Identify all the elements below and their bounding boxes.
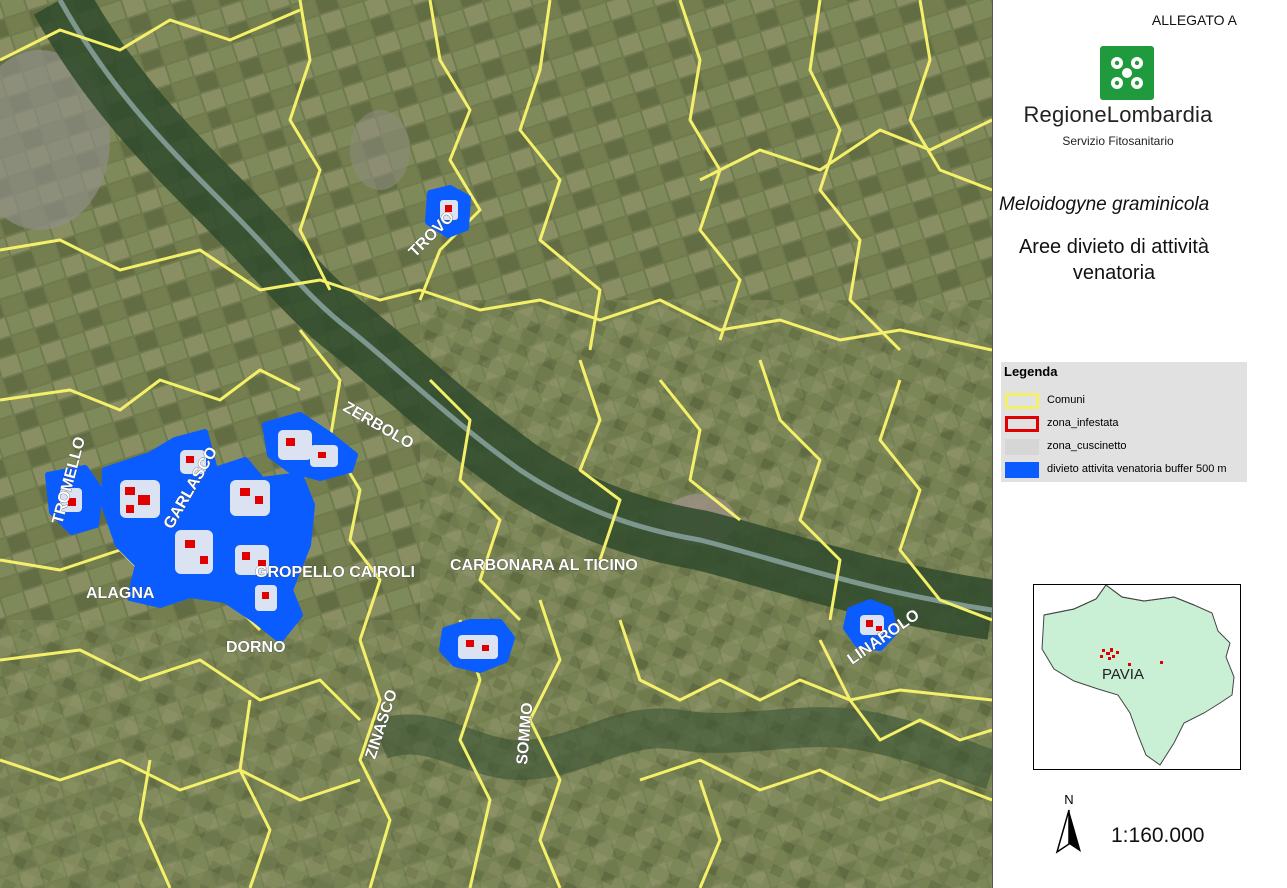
legend-item-cuscinetto: zona_cuscinetto xyxy=(1003,436,1247,458)
label-dorno: DORNO xyxy=(226,639,286,656)
legend-label: zona_cuscinetto xyxy=(1047,440,1127,452)
service-name: Servizio Fitosanitario xyxy=(1062,134,1174,148)
terrain-texture-south xyxy=(0,620,420,888)
north-arrow-icon xyxy=(1055,809,1081,854)
map-subtitle: Aree divieto di attività venatoria xyxy=(1018,236,1210,284)
legend-swatch-blue-fill xyxy=(1005,462,1039,478)
north-arrow: N xyxy=(1053,792,1085,856)
province-label: PAVIA xyxy=(1102,666,1144,683)
map-canvas: TROMELLO GARLASCO ZERBOLO TROVO GROPELLO… xyxy=(0,0,992,888)
label-gropello: GROPELLO CAIROLI xyxy=(255,564,415,581)
legend-item-buffer: divieto attivita venatoria buffer 500 m xyxy=(1003,459,1247,481)
label-carbonara: CARBONARA AL TICINO xyxy=(450,557,638,574)
legend-label: Comuni xyxy=(1047,394,1085,406)
legend-item-comuni: Comuni xyxy=(1003,390,1247,412)
legend-swatch-yellow-outline xyxy=(1005,393,1039,409)
legend-title: Legenda xyxy=(1004,364,1058,379)
locator-inset-map: PAVIA xyxy=(1033,584,1241,770)
annex-label: ALLEGATO A xyxy=(1151,12,1237,28)
map-side-panel: ALLEGATO A RegioneLombardia Servizio Fit… xyxy=(992,0,1287,888)
legend-swatch-red-outline xyxy=(1005,416,1039,432)
region-logo: RegioneLombardia Servizio Fitosanitario xyxy=(1005,46,1231,150)
legend-swatch-gray-fill xyxy=(1005,439,1039,455)
province-outline: PAVIA xyxy=(1041,584,1235,766)
lombardy-rose-icon xyxy=(1100,46,1154,100)
scale-text: 1:160.000 xyxy=(1111,824,1205,847)
legend: Legenda Comuni zona_infestata zona_cusci… xyxy=(1001,362,1247,482)
species-title: Meloidogyne graminicola xyxy=(999,194,1210,215)
map-page: TROMELLO GARLASCO ZERBOLO TROVO GROPELLO… xyxy=(0,0,1287,888)
label-alagna: ALAGNA xyxy=(86,585,155,602)
legend-label: divieto attivita venatoria buffer 500 m xyxy=(1047,463,1227,475)
legend-label: zona_infestata xyxy=(1047,417,1119,429)
satellite-map[interactable]: TROMELLO GARLASCO ZERBOLO TROVO GROPELLO… xyxy=(0,0,992,888)
region-name: RegioneLombardia xyxy=(1023,102,1213,127)
legend-item-infestata: zona_infestata xyxy=(1003,413,1247,435)
urban-area-north xyxy=(350,110,410,190)
north-label: N xyxy=(1064,792,1074,807)
